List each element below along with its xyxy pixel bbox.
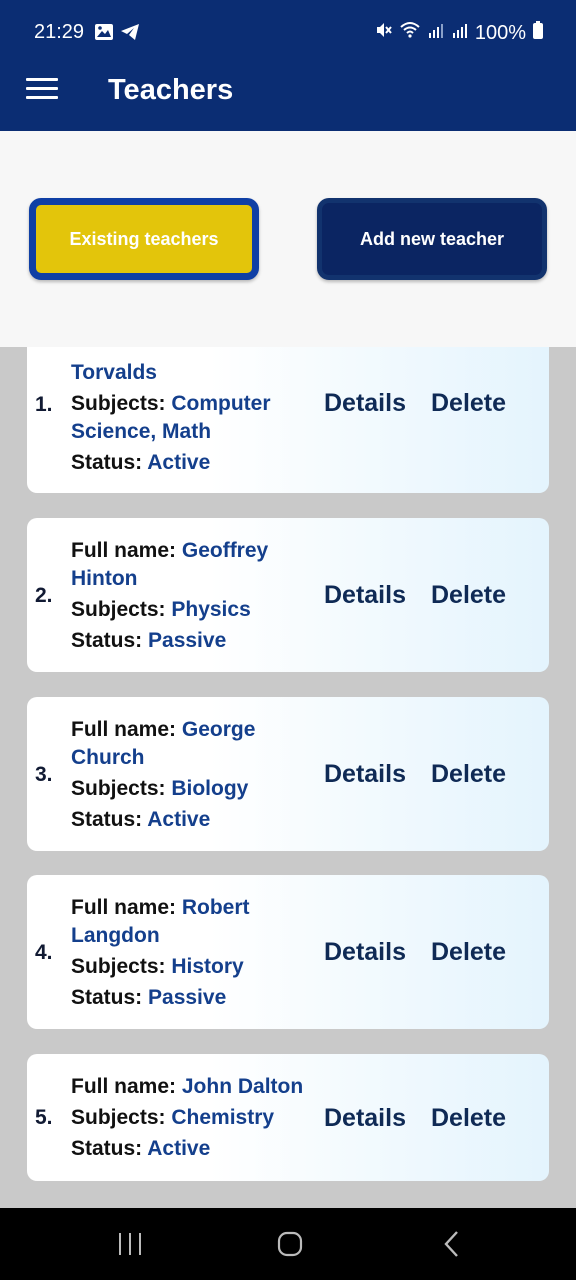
teacher-index: 5.	[35, 1106, 53, 1129]
status-label: Status:	[71, 808, 148, 831]
menu-icon[interactable]	[26, 78, 58, 104]
top-app-bar: 21:29 100% Teachers	[0, 0, 576, 131]
teacher-index: 2.	[35, 584, 53, 607]
existing-teachers-button[interactable]: Existing teachers	[29, 198, 259, 280]
status-bar: 21:29 100%	[0, 0, 576, 64]
add-new-teacher-button[interactable]: Add new teacher	[317, 198, 547, 280]
details-button[interactable]: Details	[324, 938, 406, 967]
teacher-name-value: John Dalton	[181, 1075, 304, 1098]
details-button[interactable]: Details	[324, 760, 406, 789]
teacher-index: 3.	[35, 763, 53, 786]
teacher-card: 2. Full name: Geoffrey Hinton Subjects: …	[27, 518, 549, 672]
telegram-icon	[120, 23, 140, 46]
back-icon[interactable]	[432, 1228, 472, 1260]
subjects-label: Subjects:	[71, 777, 172, 800]
home-icon[interactable]	[270, 1228, 310, 1260]
status-label: Status:	[71, 1137, 148, 1160]
subjects-label: Subjects:	[71, 392, 172, 415]
wifi-icon	[399, 21, 421, 45]
status-value: Active	[147, 808, 211, 831]
teacher-index: 4.	[35, 941, 53, 964]
details-button[interactable]: Details	[324, 581, 406, 610]
status-value: Passive	[148, 986, 227, 1009]
teacher-card: 3. Full name: George Church Subjects: Bi…	[27, 697, 549, 851]
signal-icon-2	[451, 21, 469, 45]
teacher-card: 1. Torvalds Subjects: Computer Science, …	[27, 347, 549, 493]
status-label: Status:	[71, 451, 148, 474]
gallery-icon	[94, 23, 114, 46]
full-name-label: Full name:	[71, 896, 182, 919]
status-label: Status:	[71, 986, 149, 1009]
subjects-value: Chemistry	[171, 1106, 275, 1129]
full-name-label: Full name:	[71, 539, 182, 562]
delete-button[interactable]: Delete	[431, 389, 506, 418]
full-name-label: Full name:	[71, 718, 182, 741]
mute-icon	[375, 21, 393, 45]
subjects-value: Physics	[171, 598, 251, 621]
status-value: Passive	[148, 629, 227, 652]
teacher-list[interactable]: 1. Torvalds Subjects: Computer Science, …	[0, 347, 576, 1208]
teacher-name-value: Torvalds	[71, 361, 157, 384]
subjects-value: Biology	[171, 777, 249, 800]
delete-button[interactable]: Delete	[431, 1104, 506, 1133]
app-bar: Teachers	[0, 64, 576, 131]
delete-button[interactable]: Delete	[431, 938, 506, 967]
subjects-label: Subjects:	[71, 1106, 172, 1129]
status-time: 21:29	[34, 21, 85, 43]
tab-bar: Existing teachers Add new teacher	[0, 131, 576, 347]
subjects-label: Subjects:	[71, 955, 172, 978]
teacher-card: 5. Full name: John Dalton Subjects: Chem…	[27, 1054, 549, 1181]
battery-icon	[532, 21, 544, 45]
status-value: Active	[147, 451, 211, 474]
page-title: Teachers	[108, 74, 234, 106]
details-button[interactable]: Details	[324, 389, 406, 418]
status-label: Status:	[71, 629, 149, 652]
battery-percent: 100%	[474, 21, 526, 44]
subjects-value: History	[171, 955, 244, 978]
subjects-label: Subjects:	[71, 598, 172, 621]
teacher-card: 4. Full name: Robert Langdon Subjects: H…	[27, 875, 549, 1029]
status-value: Active	[147, 1137, 211, 1160]
details-button[interactable]: Details	[324, 1104, 406, 1133]
system-navigation-bar	[0, 1208, 576, 1280]
signal-icon	[427, 21, 445, 45]
full-name-label: Full name:	[71, 1075, 182, 1098]
delete-button[interactable]: Delete	[431, 760, 506, 789]
teacher-index: 1.	[35, 393, 53, 416]
recent-apps-icon[interactable]	[110, 1228, 150, 1260]
delete-button[interactable]: Delete	[431, 581, 506, 610]
